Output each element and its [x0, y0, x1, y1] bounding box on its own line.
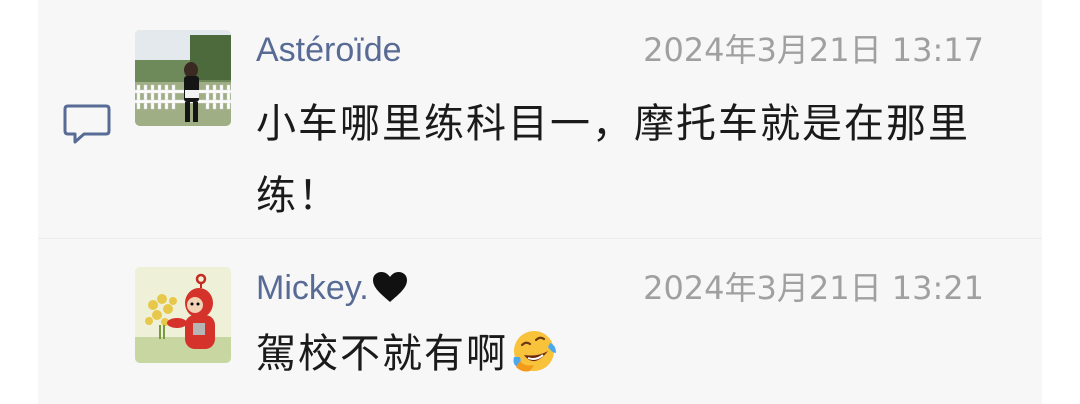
- comment-timestamp: 2024年3月21日 13:17: [643, 31, 984, 69]
- black-heart-icon: [371, 270, 409, 304]
- comment-bubble-icon[interactable]: [62, 102, 112, 146]
- comment-text: 小车哪里练科目一，摩托车就是在那里练！: [256, 101, 970, 219]
- comment-author[interactable]: Astéroïde: [256, 30, 402, 70]
- comment-text: 駕校不就有啊: [256, 331, 508, 377]
- comment-timestamp: 2024年3月21日 13:21: [643, 269, 984, 307]
- comment-author-label: Mickey.: [256, 269, 369, 307]
- comment-author[interactable]: Mickey.: [256, 268, 409, 308]
- comment-divider: [38, 238, 1042, 239]
- comment-content: 駕校不就有啊: [256, 318, 996, 390]
- avatar[interactable]: [135, 267, 231, 363]
- avatar[interactable]: [135, 30, 231, 126]
- loudly-crying-laughing-face-icon: [510, 326, 558, 374]
